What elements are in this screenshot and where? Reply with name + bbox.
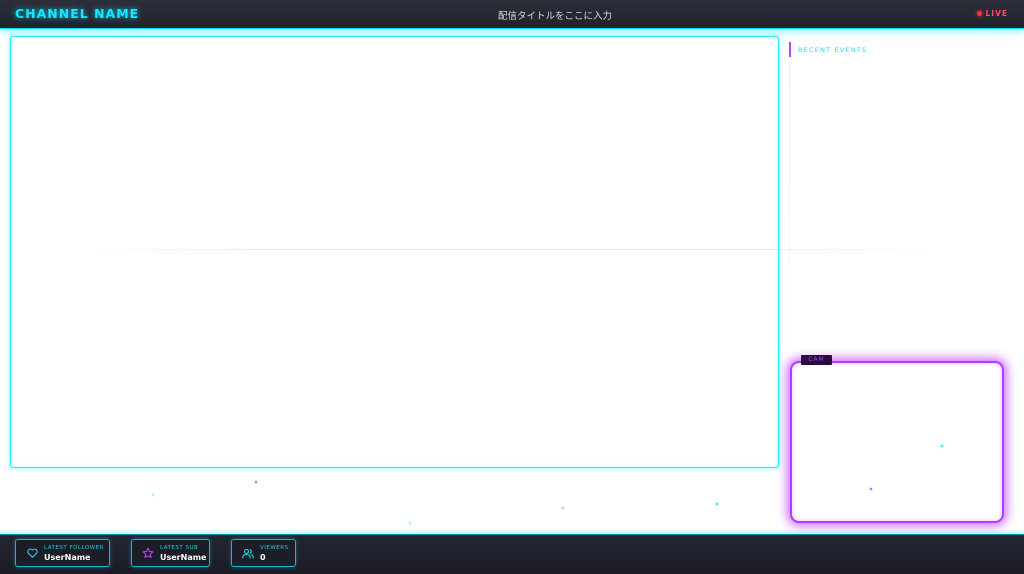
events-divider <box>789 62 790 352</box>
scan-line <box>80 249 940 250</box>
stat-value: UserName <box>160 552 207 562</box>
stat-label: LATEST SUB <box>160 544 199 551</box>
cam-frame <box>790 361 1004 523</box>
stat-label: VIEWERS <box>260 544 289 551</box>
particle <box>409 522 411 524</box>
users-icon <box>242 547 254 559</box>
particle <box>941 445 943 447</box>
recent-events-header: RECENT EVENTS <box>789 42 867 57</box>
particle <box>562 507 564 509</box>
stat-value: 0 <box>260 552 266 562</box>
particle <box>152 494 154 496</box>
stream-overlay: CHANNEL NAME 配信タイトルをここに入力 LIVE RECENT EV… <box>0 0 1024 574</box>
viewers-card: VIEWERS 0 <box>231 539 296 567</box>
top-bar: CHANNEL NAME 配信タイトルをここに入力 LIVE <box>0 0 1024 29</box>
star-icon <box>142 547 154 559</box>
recent-events-title: RECENT EVENTS <box>798 45 868 54</box>
particle <box>716 503 718 505</box>
stat-value: UserName <box>44 552 91 562</box>
live-indicator: LIVE <box>976 9 1009 18</box>
latest-follower-card: LATEST FOLLOWER UserName <box>15 539 110 567</box>
bottom-bar: LATEST FOLLOWER UserName LATEST SUB User… <box>0 534 1024 574</box>
latest-sub-card: LATEST SUB UserName <box>131 539 210 567</box>
particle <box>870 488 872 490</box>
particle <box>255 481 257 483</box>
live-dot-icon <box>976 11 982 16</box>
stat-label: LATEST FOLLOWER <box>44 544 104 551</box>
stream-title: 配信タイトルをここに入力 <box>497 11 612 22</box>
game-capture-frame <box>10 36 779 468</box>
cam-label: CAM <box>801 355 832 365</box>
live-label: LIVE <box>985 9 1008 18</box>
heart-icon <box>26 547 38 559</box>
